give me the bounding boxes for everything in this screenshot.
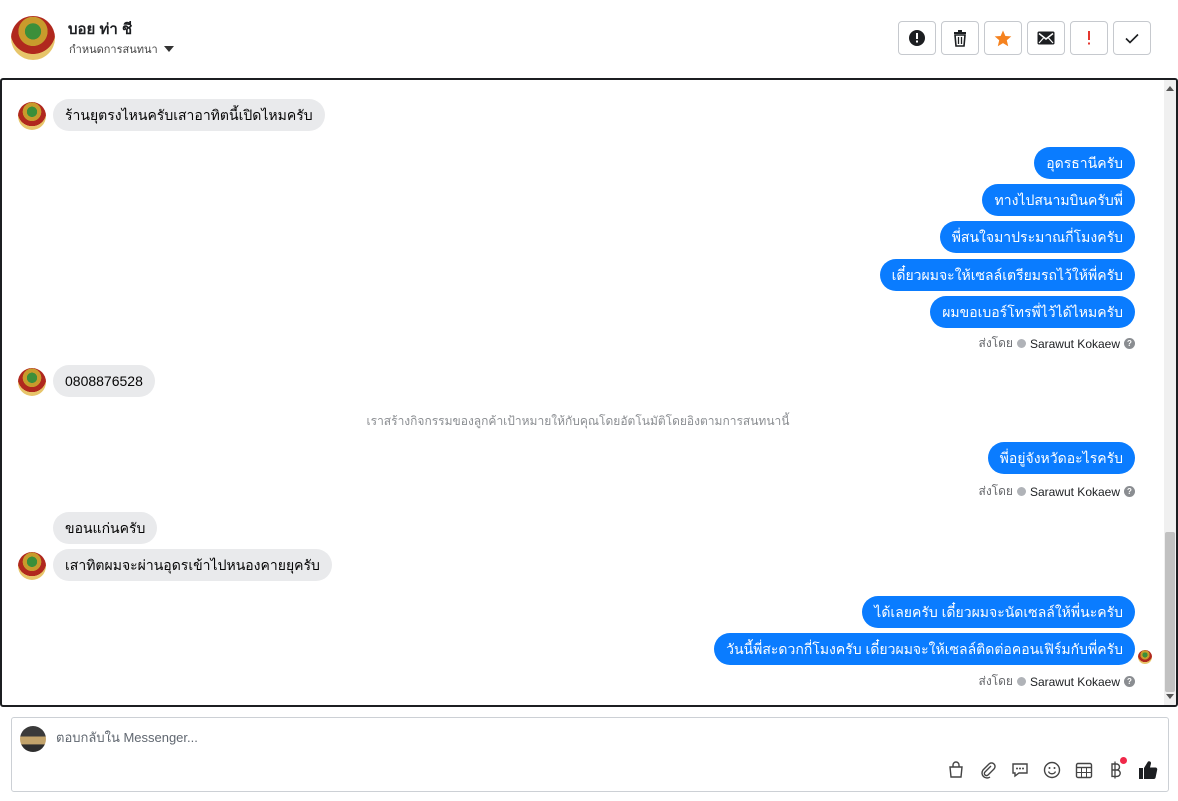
contact-avatar-small[interactable] xyxy=(18,102,46,130)
contact-avatar-small[interactable] xyxy=(18,552,46,580)
sent-by-prefix: ส่งโดย xyxy=(978,674,1013,688)
scrollbar-thumb[interactable] xyxy=(1165,532,1175,692)
verified-icon xyxy=(1016,339,1026,348)
like-icon[interactable] xyxy=(1138,760,1158,780)
incoming-message[interactable]: 0808876528 xyxy=(53,365,155,397)
outgoing-message[interactable]: วันนี้พี่สะดวกกี่โมงครับ เดี๋ยวผมจะให้เซ… xyxy=(714,633,1135,665)
composer-toolbar xyxy=(946,757,1158,780)
bag-icon[interactable] xyxy=(946,760,966,780)
calendar-icon[interactable] xyxy=(1074,760,1094,780)
scroll-down-arrow-icon[interactable] xyxy=(1166,694,1174,699)
assign-label: กำหนดการสนทนา xyxy=(69,44,158,56)
mark-unread-button[interactable] xyxy=(1027,21,1065,55)
message-thread[interactable]: ร้านยุตรงไหนครับเสาอาทิตนี้เปิดไหมครับ อ… xyxy=(0,78,1178,707)
help-icon[interactable]: ? xyxy=(1124,676,1135,687)
sent-by-prefix: ส่งโดย xyxy=(978,484,1013,498)
caret-down-icon xyxy=(163,46,174,52)
help-icon[interactable]: ? xyxy=(1124,486,1135,497)
thread-scrollbar[interactable] xyxy=(1164,80,1176,705)
notification-dot xyxy=(1120,757,1127,764)
system-note: เราสร้างกิจกรรมของลูกค้าเป้าหมายให้กับคุ… xyxy=(366,414,790,428)
outgoing-message[interactable]: พี่อยู่จังหวัดอะไรครับ xyxy=(987,442,1135,474)
emoji-icon[interactable] xyxy=(1042,760,1062,780)
check-icon xyxy=(1125,33,1139,44)
sender-name: Sarawut Kokaew xyxy=(1029,484,1120,499)
reply-composer xyxy=(11,717,1169,792)
incoming-message[interactable]: ขอนแก่นครับ xyxy=(53,512,158,544)
sent-by-label: ส่งโดย Sarawut Kokaew ? xyxy=(978,482,1135,501)
outgoing-message[interactable]: พี่สนใจมาประมาณกี่โมงครับ xyxy=(939,221,1135,253)
sent-by-label: ส่งโดย Sarawut Kokaew ? xyxy=(978,334,1135,353)
contact-name[interactable]: บอย ท่า ชี xyxy=(68,17,132,41)
contact-avatar[interactable] xyxy=(11,16,55,60)
sent-by-prefix: ส่งโดย xyxy=(978,336,1013,350)
help-icon[interactable]: ? xyxy=(1124,338,1135,349)
incoming-message[interactable]: เสาทิตผมจะผ่านอุดรเข้าไปหนองคายยุครับ xyxy=(53,549,332,581)
delete-button[interactable] xyxy=(941,21,979,55)
trash-icon xyxy=(954,29,966,47)
verified-icon xyxy=(1016,487,1026,496)
outgoing-message[interactable]: ผมขอเบอร์โทรพี่ไว้ได้ไหมครับ xyxy=(930,296,1135,328)
exclamation-icon xyxy=(1088,31,1090,45)
outgoing-message[interactable]: ได้เลยครับ เดี๋ยวผมจะนัดเซลล์ให้พี่นะครั… xyxy=(862,596,1135,628)
follow-up-button[interactable] xyxy=(1070,21,1108,55)
reply-input[interactable] xyxy=(56,730,656,745)
conversation-toolbar xyxy=(898,21,1151,55)
star-icon xyxy=(994,30,1012,46)
verified-icon xyxy=(1016,677,1026,686)
outgoing-message[interactable]: เดี๋ยวผมจะให้เซลล์เตรียมรถไว้ให้พี่ครับ xyxy=(879,259,1135,291)
sender-name: Sarawut Kokaew xyxy=(1029,336,1120,351)
paperclip-icon[interactable] xyxy=(978,760,998,780)
star-button[interactable] xyxy=(984,21,1022,55)
mark-done-button[interactable] xyxy=(1113,21,1151,55)
baht-payment-icon[interactable] xyxy=(1106,757,1127,780)
conversation-header: บอย ท่า ชี กำหนดการสนทนา xyxy=(0,0,1178,78)
seen-avatar xyxy=(1138,650,1152,664)
spam-alert-button[interactable] xyxy=(898,21,936,55)
scroll-up-arrow-icon[interactable] xyxy=(1166,86,1174,91)
outgoing-message[interactable]: อุดรธานีครับ xyxy=(1034,147,1135,179)
assign-conversation-dropdown[interactable]: กำหนดการสนทนา xyxy=(69,40,174,58)
sent-by-label: ส่งโดย Sarawut Kokaew ? xyxy=(978,672,1135,691)
outgoing-message[interactable]: ทางไปสนามบินครับพี่ xyxy=(982,184,1135,216)
saved-reply-icon[interactable] xyxy=(1010,760,1030,780)
sender-name: Sarawut Kokaew xyxy=(1029,674,1120,689)
contact-avatar-small[interactable] xyxy=(18,368,46,396)
envelope-icon xyxy=(1037,31,1055,45)
page-avatar xyxy=(20,726,46,752)
incoming-message[interactable]: ร้านยุตรงไหนครับเสาอาทิตนี้เปิดไหมครับ xyxy=(53,99,325,131)
alert-circle-icon xyxy=(909,30,925,46)
